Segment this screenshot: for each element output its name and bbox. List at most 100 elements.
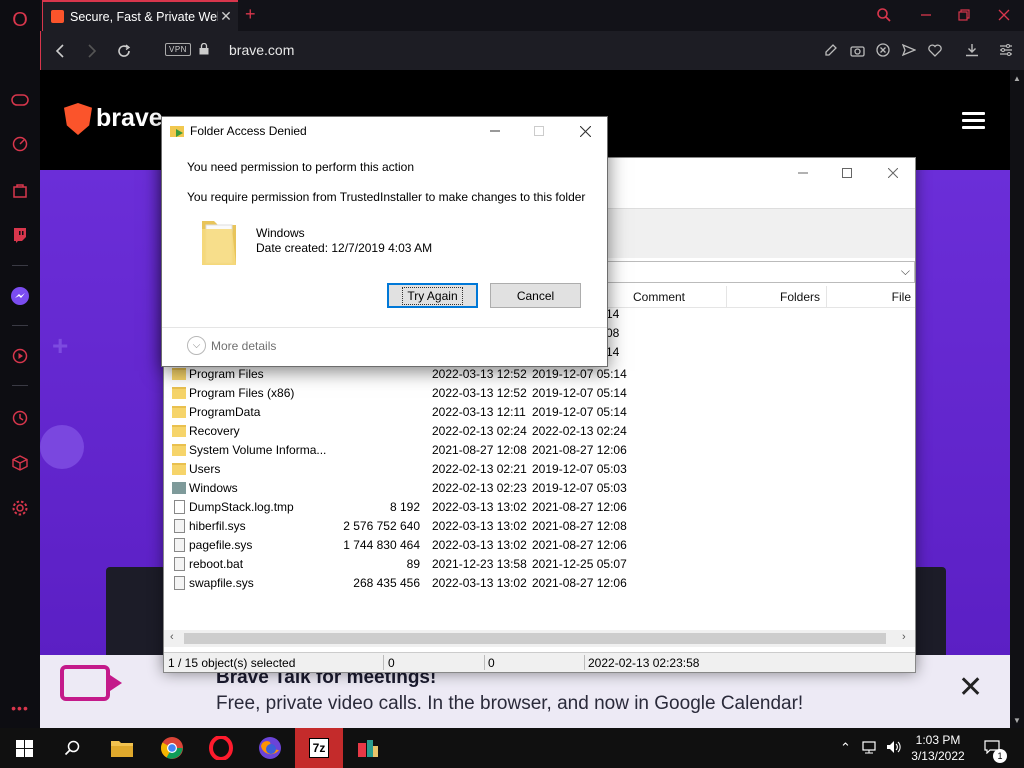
page-scrollbar[interactable]: ▲ ▼ [1010,70,1024,728]
windows-taskbar: 7z ⌃ 1:03 PM 3/13/2022 1 [0,728,1024,768]
file-name: DumpStack.log.tmp [189,500,294,514]
brave-favicon-icon [51,10,64,23]
file-name: Recovery [189,424,240,438]
folder-move-icon [170,126,184,137]
dialog-titlebar[interactable]: Folder Access Denied [162,117,607,145]
cancel-button[interactable]: Cancel [490,283,581,308]
try-again-button[interactable]: Try Again [387,283,478,308]
folder-icon [172,463,186,475]
table-row[interactable]: hiberfil.sys 2 576 752 640 2022-03-13 13:0… [164,517,915,536]
tab-brave[interactable]: Secure, Fast & Private Web ✕ [42,0,238,31]
horizontal-scrollbar[interactable]: ‹ › [164,630,915,647]
settings-icon[interactable] [9,497,31,519]
app-icon[interactable] [344,728,392,768]
folder-name: Windows [256,226,305,240]
minimize-icon[interactable] [914,5,938,25]
adblock-icon[interactable] [874,41,892,59]
back-icon[interactable] [49,40,71,62]
shopping-icon[interactable] [9,179,31,201]
chevron-down-icon[interactable]: ⌵ [187,336,206,355]
fm-minimize-icon[interactable] [788,162,818,184]
easy-setup-icon[interactable] [997,41,1015,59]
heart-icon[interactable] [926,41,944,59]
download-icon[interactable] [963,41,981,59]
chevron-up-icon[interactable]: ⌃ [840,740,851,756]
file-created: 2021-08-27 12:06 [532,538,627,552]
scroll-right-icon[interactable]: › [902,631,906,643]
clock-time[interactable]: 1:03 PM [912,733,964,747]
reload-icon[interactable] [113,40,135,62]
brave-lion-icon[interactable] [64,103,92,135]
7zip-icon[interactable]: 7z [295,728,343,768]
fm-close-icon[interactable] [878,162,908,184]
file-name: Windows [189,481,238,495]
network-icon[interactable] [862,740,878,757]
scroll-left-icon[interactable]: ‹ [170,631,174,643]
start-button[interactable] [0,728,48,768]
cube-icon[interactable] [9,452,31,474]
forward-icon[interactable] [81,40,103,62]
table-row[interactable]: ProgramData 2022-03-13 12:11 2019-12-07 05… [164,403,915,422]
search-icon[interactable] [48,728,96,768]
table-row[interactable]: Users 2022-02-13 02:21 2019-12-07 05:03 [164,460,915,479]
vpn-badge[interactable]: VPN [165,43,191,56]
folder-date: Date created: 12/7/2019 4:03 AM [256,241,433,255]
speed-dial-icon[interactable] [9,133,31,155]
file-created: 2021-08-27 12:06 [532,443,627,457]
edit-icon[interactable] [822,41,840,59]
tab-close-icon[interactable]: ✕ [218,8,234,25]
table-row[interactable]: Recovery 2022-02-13 02:24 2022-02-13 02:24 [164,422,915,441]
table-row[interactable]: reboot.bat 89 2021-12-23 13:58 2021-12-25 0… [164,555,915,574]
table-row[interactable]: Program Files (x86) 2022-03-13 12:52 2019-… [164,384,915,403]
firefox-icon[interactable] [246,728,294,768]
player-icon[interactable] [9,345,31,367]
table-row[interactable]: System Volume Informa... 2021-08-27 12:08… [164,441,915,460]
table-row[interactable]: Windows 2022-02-13 02:23 2019-12-07 05:03 [164,479,915,498]
messenger-icon[interactable] [9,285,31,307]
chrome-icon[interactable] [148,728,196,768]
camera-icon[interactable] [848,41,866,59]
dialog-minimize-icon[interactable] [480,121,510,141]
scroll-up-icon[interactable]: ▲ [1013,74,1021,83]
lock-icon[interactable] [199,43,209,55]
restore-icon[interactable] [952,5,976,25]
file-modified: 2022-03-13 13:02 [432,519,527,533]
more-icon[interactable]: ••• [9,697,31,719]
table-row[interactable]: DumpStack.log.tmp 8 192 2022-03-13 13:02 20… [164,498,915,517]
scrollbar-thumb[interactable] [184,633,886,644]
file-name: hiberfil.sys [189,519,246,533]
chevron-down-icon[interactable]: ⌵ [901,264,910,279]
gamepad-icon[interactable] [9,89,31,111]
close-icon[interactable] [992,5,1016,25]
new-tab-button[interactable]: + [245,4,256,25]
video-camera-icon [60,665,122,701]
dialog-close-icon[interactable] [570,121,600,141]
opera-icon[interactable] [197,728,245,768]
search-icon[interactable] [872,5,896,25]
history-icon[interactable] [9,407,31,429]
file-created: 2021-08-27 12:08 [532,519,627,533]
file-name: System Volume Informa... [189,443,327,457]
scroll-down-icon[interactable]: ▼ [1013,716,1021,725]
folder-icon [172,444,186,456]
volume-icon[interactable] [886,740,902,757]
banner-close-icon[interactable]: ✕ [958,673,983,703]
folder-access-denied-dialog[interactable]: Folder Access Denied You need permission… [161,116,608,367]
file-explorer-icon[interactable] [98,728,146,768]
opera-logo-icon[interactable]: O [9,9,31,31]
table-row[interactable]: Program Files 2022-03-13 12:52 2019-12-07 … [164,365,915,384]
send-icon[interactable] [900,41,918,59]
twitch-icon[interactable] [9,224,31,246]
dialog-title: Folder Access Denied [190,124,307,138]
brave-wordmark[interactable]: brave [96,104,163,133]
url-field[interactable]: brave.com [229,42,294,58]
file-size: 8 192 [389,500,420,514]
table-row[interactable]: pagefile.sys 1 744 830 464 2022-03-13 13:0… [164,536,915,555]
table-row[interactable]: swapfile.sys 268 435 456 2022-03-13 13:02 2… [164,574,915,593]
hamburger-menu-icon[interactable] [962,112,985,129]
file-name: Users [189,462,221,476]
file-name: ProgramData [189,405,261,419]
fm-maximize-icon[interactable] [832,162,862,184]
clock-date[interactable]: 3/13/2022 [908,749,968,763]
more-details-link[interactable]: More details [211,339,276,353]
